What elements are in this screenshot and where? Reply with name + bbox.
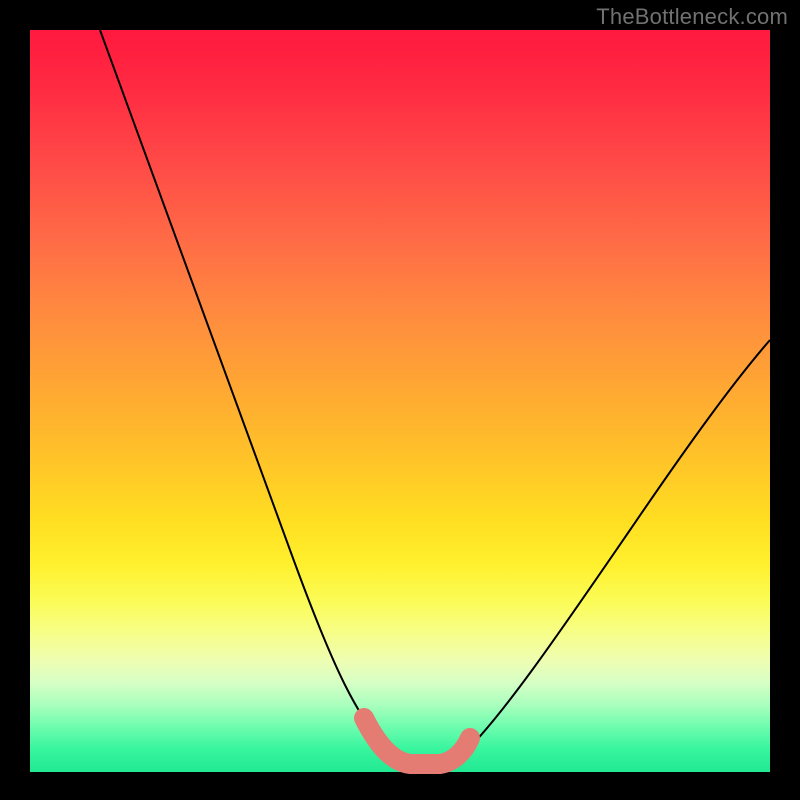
watermark-text: TheBottleneck.com bbox=[596, 4, 788, 30]
chart-frame: TheBottleneck.com bbox=[0, 0, 800, 800]
bottleneck-curve-svg bbox=[30, 30, 770, 772]
bottleneck-curve bbox=[100, 30, 770, 769]
goal-region-highlight bbox=[364, 718, 470, 764]
plot-area bbox=[30, 30, 770, 772]
